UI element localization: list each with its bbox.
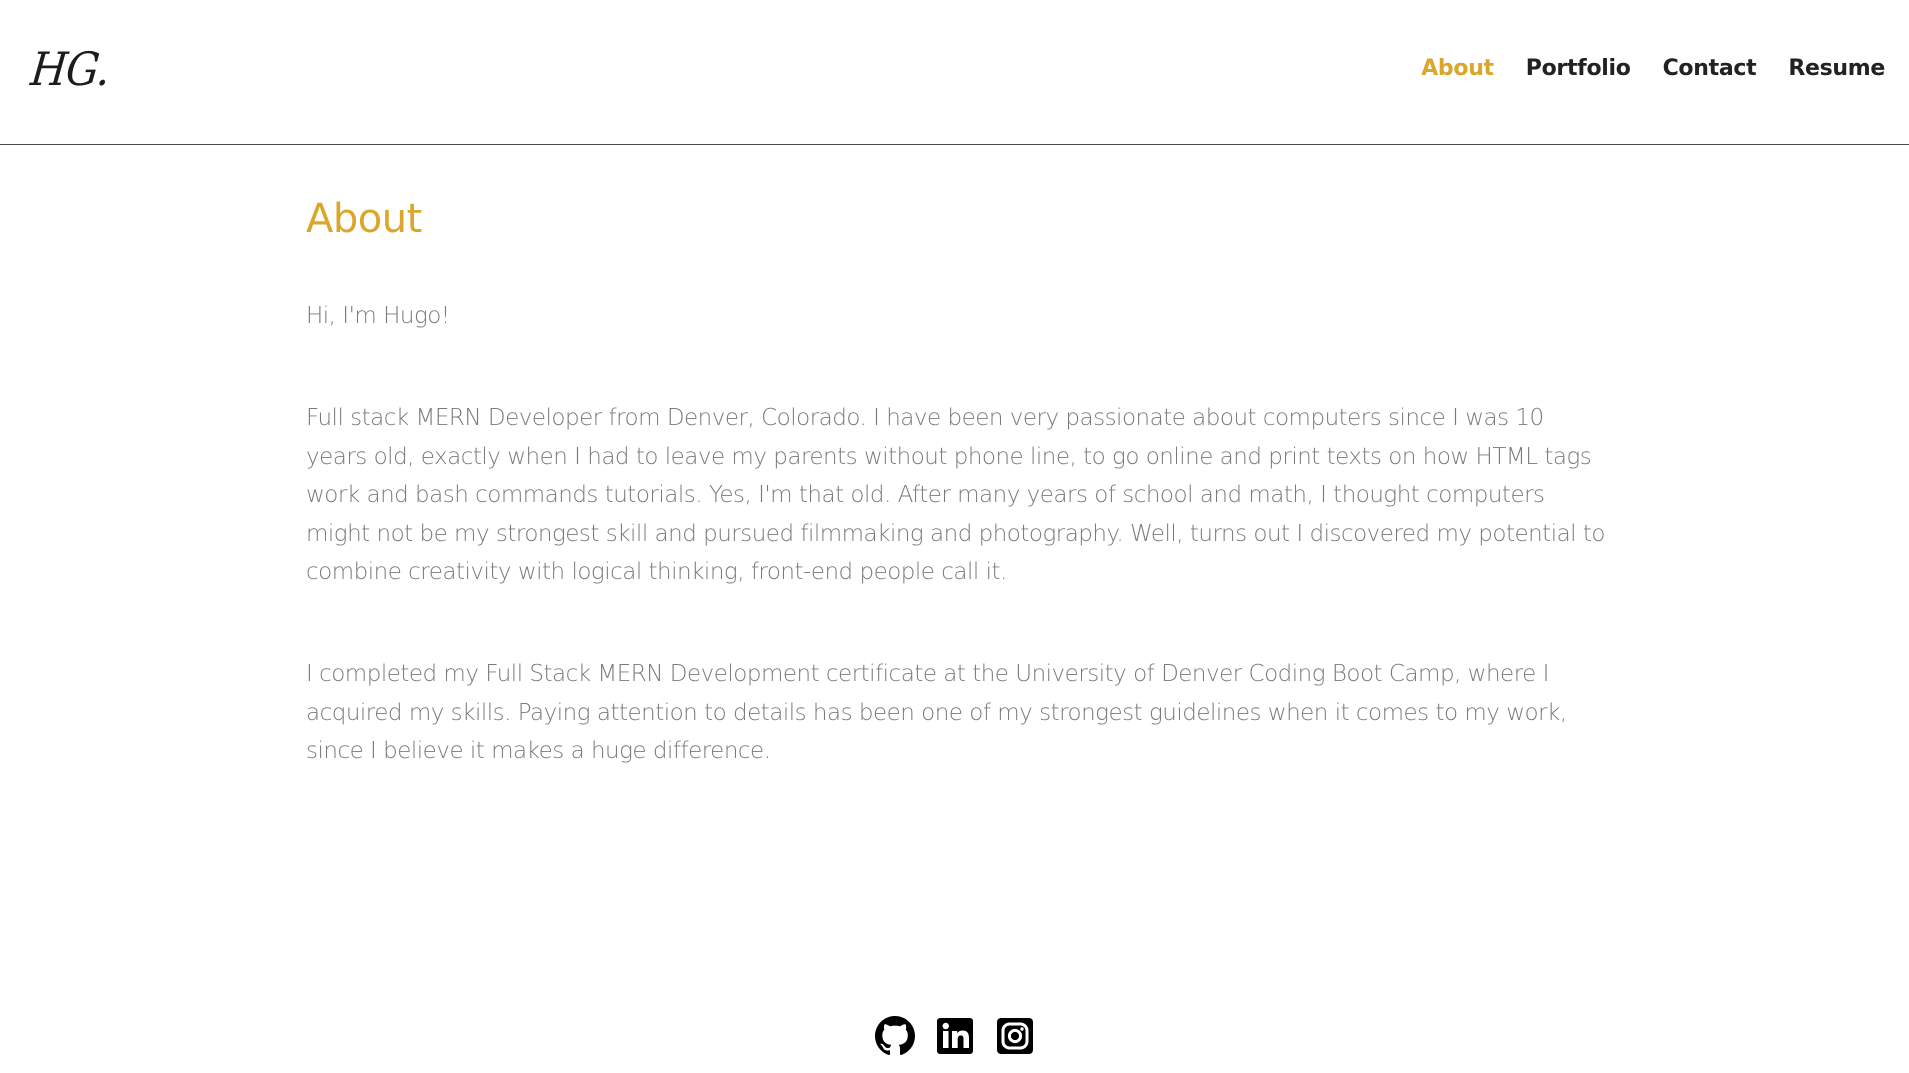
intro-paragraph: Full stack MERN Developer from Denver, C… [306,405,1605,585]
about-section: About Hi, I'm Hugo! Full stack MERN Deve… [306,193,1606,764]
instagram-icon[interactable] [995,1016,1035,1056]
social-links [875,1016,1035,1056]
nav-portfolio-link[interactable]: Portfolio [1526,56,1631,81]
main-nav: About Portfolio Contact Resume [1421,56,1885,81]
linkedin-icon[interactable] [935,1016,975,1056]
nav-resume-link[interactable]: Resume [1788,56,1885,81]
education-paragraph: I completed my Full Stack MERN Developme… [306,661,1567,764]
site-logo[interactable]: HG. [28,42,112,96]
site-header: HG. About Portfolio Contact Resume [0,0,1909,145]
page-title: About [306,196,422,242]
nav-contact-link[interactable]: Contact [1663,56,1757,81]
greeting-text: Hi, I'm Hugo! [306,303,450,329]
nav-about-link[interactable]: About [1421,56,1494,81]
github-icon[interactable] [875,1016,915,1056]
